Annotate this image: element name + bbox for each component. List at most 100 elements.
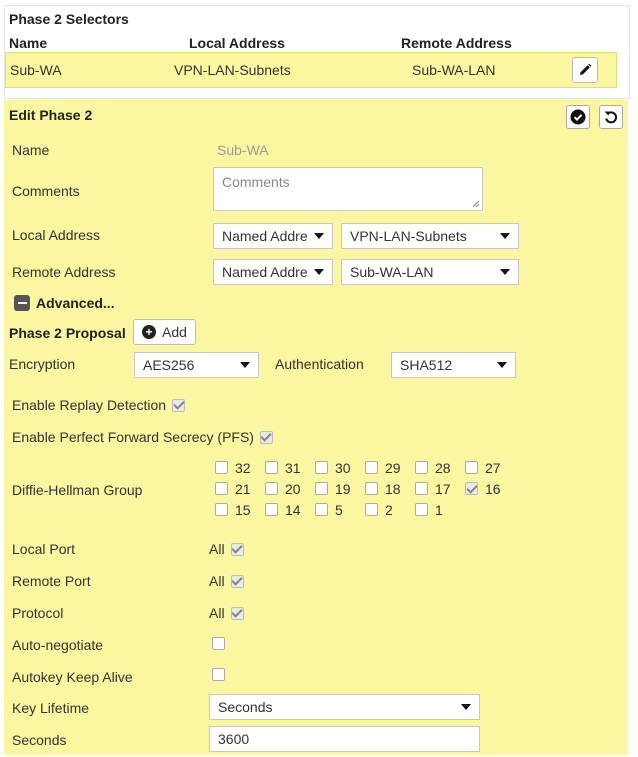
pencil-icon [580, 63, 592, 75]
dh-group-item: 29 [365, 460, 415, 476]
dh-group-value: 1 [435, 501, 443, 518]
dh-group-value: 17 [435, 480, 451, 497]
remote-port-label: Remote Port [12, 573, 91, 589]
dh-group-checkbox[interactable] [265, 503, 278, 516]
auto-negotiate-label: Auto-negotiate [12, 637, 104, 653]
pfs-checkbox[interactable] [259, 430, 273, 444]
dh-group-item: 17 [415, 481, 465, 497]
local-address-value: VPN-LAN-Subnets [350, 228, 467, 244]
encryption-select[interactable]: AES256 [134, 352, 259, 378]
dh-group-item: 16 [465, 481, 515, 497]
chevron-down-icon [461, 704, 471, 710]
remote-address-select[interactable]: Sub-WA-LAN [341, 259, 519, 285]
remote-type-value: Named Address [222, 264, 308, 280]
advanced-label: Advanced... [36, 295, 115, 311]
dh-group-item: 30 [315, 460, 365, 476]
revert-button[interactable] [599, 105, 623, 129]
dh-group-value: 27 [485, 459, 501, 476]
seconds-input[interactable]: 3600 [209, 726, 480, 752]
dh-group-value: 21 [235, 480, 251, 497]
dh-row: 21 20 19 18 17 16 [215, 478, 515, 499]
dh-group-checkbox[interactable] [415, 461, 428, 474]
comments-textarea[interactable]: Comments [213, 167, 483, 211]
dh-group-checkbox[interactable] [365, 503, 378, 516]
remote-address-value: Sub-WA-LAN [350, 264, 434, 280]
remote-address-type-select[interactable]: Named Address [213, 259, 333, 285]
column-remote-address: Remote Address [401, 35, 512, 51]
dh-group-checkbox[interactable] [315, 461, 328, 474]
dh-group-checkbox[interactable] [215, 482, 228, 495]
dh-group-value: 28 [435, 459, 451, 476]
dh-group-checkbox[interactable] [265, 482, 278, 495]
keep-alive-checkbox[interactable] [212, 668, 225, 681]
row-name: Sub-WA [10, 62, 62, 78]
protocol-all-checkbox[interactable] [230, 606, 244, 620]
name-value: Sub-WA [217, 142, 269, 158]
dh-group-checkbox[interactable] [365, 461, 378, 474]
edit-phase2-title: Edit Phase 2 [9, 107, 93, 123]
remote-port-value: All [209, 573, 225, 589]
edit-row-button[interactable] [572, 57, 598, 83]
proposal-label: Phase 2 Proposal [9, 325, 126, 341]
dh-group-value: 14 [285, 501, 301, 518]
local-port-all-checkbox[interactable] [230, 542, 244, 556]
remote-port-all-checkbox[interactable] [230, 574, 244, 588]
local-port-value: All [209, 541, 225, 557]
local-address-type-select[interactable]: Named Address [213, 223, 333, 249]
dh-group-item: 1 [415, 502, 465, 518]
column-name: Name [9, 35, 48, 51]
remote-port-row: All [209, 573, 244, 589]
local-type-value: Named Address [222, 228, 308, 244]
pfs-label: Enable Perfect Forward Secrecy (PFS) [12, 429, 254, 445]
replay-detection-checkbox[interactable] [172, 398, 186, 412]
apply-button[interactable] [566, 105, 590, 129]
selector-row[interactable] [5, 52, 617, 88]
selectors-title: Phase 2 Selectors [9, 11, 129, 27]
dh-group-value: 15 [235, 501, 251, 518]
chevron-down-icon [314, 269, 324, 275]
dh-group-checkbox[interactable] [315, 482, 328, 495]
minus-square-icon [14, 295, 30, 311]
advanced-toggle[interactable]: Advanced... [14, 295, 115, 311]
protocol-row: All [209, 605, 244, 621]
seconds-value: 3600 [218, 731, 250, 747]
keep-alive-label: Autokey Keep Alive [12, 669, 133, 685]
dh-group-value: 32 [235, 459, 251, 476]
dh-group-checkbox[interactable] [465, 461, 478, 474]
dh-group-item: 2 [365, 502, 415, 518]
resize-handle-icon [472, 200, 480, 208]
dh-group-checkbox[interactable] [265, 461, 278, 474]
replay-detection-label: Enable Replay Detection [12, 397, 167, 413]
dh-group-value: 29 [385, 459, 401, 476]
authentication-select[interactable]: SHA512 [391, 352, 516, 378]
chevron-down-icon [240, 362, 250, 368]
dh-group-checkbox[interactable] [365, 482, 378, 495]
local-port-row: All [209, 541, 244, 557]
dh-group-checkbox[interactable] [465, 482, 478, 495]
local-port-label: Local Port [12, 541, 76, 557]
dh-group-checkbox[interactable] [415, 482, 428, 495]
protocol-value: All [209, 605, 225, 621]
dh-group-checkbox[interactable] [415, 503, 428, 516]
dh-group-checkbox[interactable] [215, 503, 228, 516]
auto-negotiate-checkbox[interactable] [212, 637, 225, 650]
row-remote-address: Sub-WA-LAN [412, 62, 496, 78]
key-lifetime-select[interactable]: Seconds [209, 694, 480, 720]
dh-group-item: 28 [415, 460, 465, 476]
dh-group-checkbox[interactable] [315, 503, 328, 516]
local-address-select[interactable]: VPN-LAN-Subnets [341, 223, 519, 249]
dh-group-value: 5 [335, 501, 343, 518]
plus-circle-icon: + [142, 325, 156, 339]
dh-group-item: 5 [315, 502, 365, 518]
encryption-label: Encryption [9, 356, 76, 372]
add-proposal-button[interactable]: + Add [133, 319, 196, 345]
dh-group-value: 31 [285, 459, 301, 476]
comments-placeholder: Comments [222, 174, 290, 190]
comments-label: Comments [12, 183, 80, 199]
dh-group-item: 27 [465, 460, 515, 476]
protocol-label: Protocol [12, 605, 64, 621]
chevron-down-icon [500, 269, 510, 275]
dh-group-checkbox[interactable] [215, 461, 228, 474]
dh-group-item: 32 [215, 460, 265, 476]
remote-address-label: Remote Address [12, 264, 116, 280]
